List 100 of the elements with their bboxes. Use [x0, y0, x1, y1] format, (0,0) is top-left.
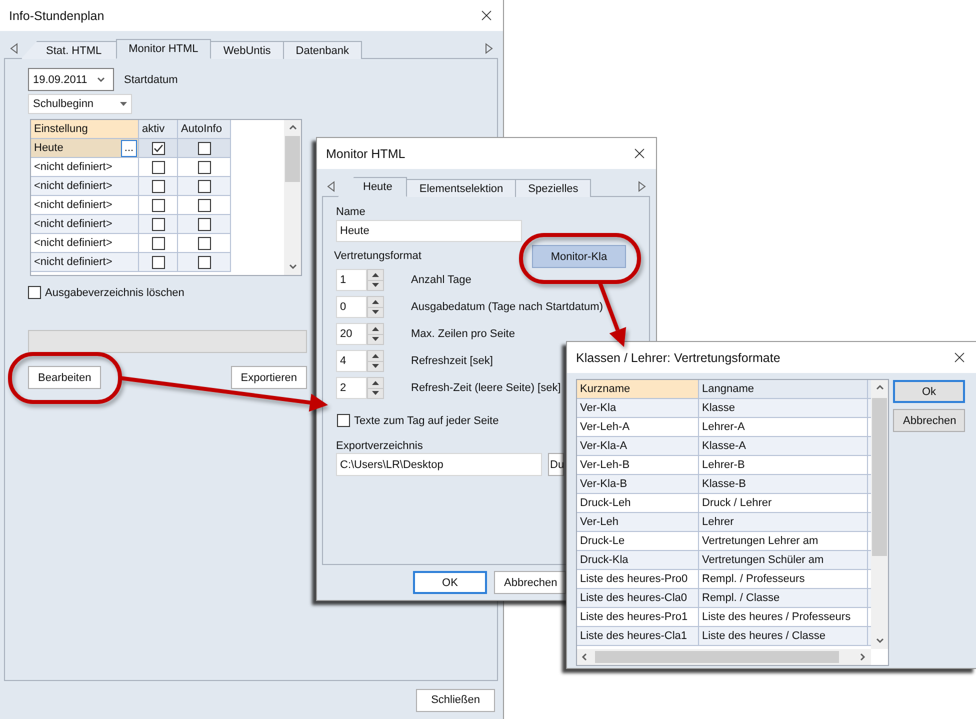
caret-icon — [120, 102, 127, 106]
close-button[interactable]: Schließen — [416, 688, 495, 712]
chevron-down-icon[interactable] — [288, 262, 298, 272]
spin-up-button[interactable] — [368, 297, 383, 308]
number-field[interactable]: 2 — [336, 377, 367, 399]
scrollbar[interactable] — [284, 120, 301, 275]
dialog-button[interactable]: Ok — [893, 380, 965, 403]
browse-button[interactable]: ... — [121, 140, 137, 156]
section-label: Vertretungsformat — [334, 250, 422, 262]
dialog-button[interactable]: Abbrechen — [494, 571, 566, 594]
number-field[interactable]: 20 — [336, 323, 367, 345]
table-cell: Druck-Leh — [577, 494, 699, 513]
checkbox[interactable] — [198, 198, 210, 212]
number-field[interactable]: 1 — [336, 269, 367, 291]
spin-up-button[interactable] — [368, 378, 383, 388]
tab[interactable]: Datenbank — [282, 41, 362, 59]
caret-down-icon — [372, 283, 379, 288]
checkbox[interactable] — [198, 160, 210, 174]
number-field[interactable]: 0 — [336, 296, 367, 318]
table-cell: Liste des heures-Cla0 — [577, 589, 699, 608]
table-cell: Druck-Kla — [577, 551, 699, 570]
dialog-title: Klassen / Lehrer: Vertretungsformate — [576, 350, 780, 364]
setting-name: <nicht definiert> — [34, 237, 112, 249]
table-cell: Klasse-A — [699, 437, 868, 456]
checkbox[interactable] — [152, 160, 164, 174]
number-field[interactable]: 4 — [336, 350, 367, 372]
field-label: Name — [336, 206, 366, 218]
table-cell: Ver-Leh — [577, 513, 699, 532]
dialog-button[interactable]: OK — [413, 571, 487, 594]
spin-up-button[interactable] — [368, 324, 383, 334]
checkbox[interactable] — [152, 180, 164, 192]
column-header[interactable]: Kurzname — [577, 380, 699, 399]
checkbox[interactable] — [152, 218, 164, 230]
export-button[interactable]: Exportieren — [230, 366, 307, 389]
left-arrow-icon[interactable] — [327, 181, 335, 192]
table-cell[interactable]: <nicht definiert> — [31, 253, 139, 272]
dropdown[interactable]: Schulbeginn — [28, 94, 132, 114]
table-cell: Liste des heures / Professeurs — [699, 608, 868, 627]
chevron-down-icon[interactable] — [96, 74, 106, 84]
tab[interactable]: Elementselektion — [406, 179, 516, 197]
table-cell: Lehrer-B — [699, 456, 868, 475]
checkbox[interactable] — [198, 180, 210, 192]
right-arrow-icon[interactable] — [485, 43, 493, 54]
checkbox[interactable] — [337, 414, 350, 427]
table-cell[interactable]: <nicht definiert> — [31, 177, 139, 196]
table-cell: Vertretungen Schüler am — [699, 551, 868, 570]
table-cell: Ver-Kla-B — [577, 475, 699, 494]
table-cell: Druck-Le — [577, 532, 699, 551]
tab[interactable]: Stat. HTML — [21, 41, 117, 59]
tab[interactable]: Heute — [338, 177, 408, 197]
table-cell: Ver-Leh-B — [577, 456, 699, 475]
date-picker[interactable]: 19.09.2011 — [28, 68, 114, 91]
spin-up-button[interactable] — [368, 270, 383, 280]
right-arrow-icon[interactable] — [638, 181, 646, 192]
checkbox[interactable] — [198, 256, 210, 268]
tab[interactable]: Monitor HTML — [116, 39, 212, 59]
table-cell[interactable]: <nicht definiert> — [31, 215, 139, 234]
table-cell[interactable]: <nicht definiert> — [31, 234, 139, 253]
caret-down-icon — [372, 310, 379, 314]
table-cell: Klasse — [699, 399, 868, 418]
setting-name: <nicht definiert> — [34, 218, 112, 230]
setting-name: <nicht definiert> — [34, 256, 112, 268]
table-cell[interactable]: Heute ... — [31, 139, 139, 158]
checkbox-label: Ausgabeverzeichnis löschen — [45, 286, 184, 298]
caret-up-icon — [372, 326, 379, 331]
edit-button[interactable]: Bearbeiten — [28, 366, 102, 389]
column-header[interactable]: Einstellung — [31, 120, 139, 139]
table-cell: Druck / Lehrer — [699, 494, 868, 513]
tab[interactable]: Spezielles — [515, 179, 592, 197]
table-cell[interactable]: <nicht definiert> — [31, 158, 139, 177]
window-title: Info-Stundenplan — [9, 8, 104, 22]
table-cell[interactable]: <nicht definiert> — [31, 196, 139, 215]
tab[interactable]: WebUntis — [210, 41, 284, 59]
table-cell: Liste des heures-Pro1 — [577, 608, 699, 627]
checkbox[interactable] — [28, 286, 41, 299]
checkbox[interactable] — [152, 236, 164, 250]
checkbox[interactable] — [198, 142, 210, 154]
table-cell: Rempl. / Classe — [699, 589, 868, 608]
dialog-button[interactable]: Abbrechen — [893, 409, 965, 432]
table-cell: Ver-Leh-A — [577, 418, 699, 437]
spin-up-button[interactable] — [368, 351, 383, 362]
path-field[interactable]: C:\Users\LR\Desktop — [336, 453, 542, 476]
left-arrow-icon[interactable] — [10, 43, 18, 54]
field-label: Exportverzeichnis — [336, 440, 423, 452]
chevron-right-icon[interactable] — [858, 652, 868, 662]
chevron-down-icon[interactable] — [874, 636, 884, 646]
checkbox[interactable] — [198, 236, 210, 250]
checkbox[interactable] — [198, 218, 210, 230]
table-cell: Rempl. / Professeurs — [699, 570, 868, 589]
column-header[interactable]: aktiv — [139, 120, 178, 139]
caret-up-icon — [372, 354, 379, 358]
checkbox[interactable] — [152, 142, 164, 154]
format-button[interactable]: Monitor-Kla — [532, 245, 626, 268]
scrollbar[interactable] — [577, 649, 871, 665]
column-header[interactable]: Langname — [699, 380, 868, 399]
checkbox[interactable] — [152, 256, 164, 268]
scrollbar[interactable] — [871, 380, 888, 649]
column-header[interactable]: AutoInfo — [178, 120, 231, 139]
name-field[interactable]: Heute — [336, 220, 522, 242]
checkbox[interactable] — [152, 198, 164, 212]
